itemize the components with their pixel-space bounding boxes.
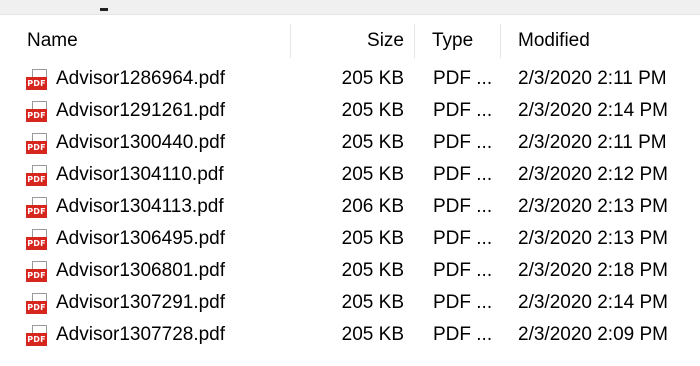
file-size: 205 KB: [341, 260, 404, 281]
file-type: PDF ...: [433, 324, 493, 345]
file-row[interactable]: PDF Advisor1306495.pdf 205 KB PDF ... 2/…: [0, 223, 700, 255]
file-modified: 2/3/2020 2:13 PM: [518, 196, 668, 217]
file-modified: 2/3/2020 2:11 PM: [518, 68, 667, 89]
file-modified: 2/3/2020 2:11 PM: [518, 132, 667, 153]
pdf-file-icon: PDF: [26, 197, 52, 219]
pdf-file-icon: PDF: [26, 325, 52, 347]
file-modified: 2/3/2020 2:18 PM: [518, 260, 668, 281]
file-row[interactable]: PDF Advisor1291261.pdf 205 KB PDF ... 2/…: [0, 95, 700, 127]
file-type: PDF ...: [433, 68, 493, 89]
file-type: PDF ...: [433, 292, 493, 313]
file-type: PDF ...: [433, 196, 493, 217]
column-divider[interactable]: [414, 24, 415, 58]
file-size: 205 KB: [341, 324, 404, 345]
column-header-row: Name Size Type Modified: [0, 24, 700, 58]
column-header-modified[interactable]: Modified: [518, 30, 590, 52]
file-size: 205 KB: [341, 100, 404, 121]
file-type: PDF ...: [433, 228, 493, 249]
file-type: PDF ...: [433, 100, 493, 121]
file-row[interactable]: PDF Advisor1300440.pdf 205 KB PDF ... 2/…: [0, 127, 700, 159]
file-size: 205 KB: [341, 228, 404, 249]
file-name: Advisor1300440.pdf: [56, 132, 226, 153]
file-name: Advisor1304113.pdf: [56, 196, 224, 217]
file-name: Advisor1286964.pdf: [56, 68, 226, 89]
file-row[interactable]: PDF Advisor1286964.pdf 205 KB PDF ... 2/…: [0, 63, 700, 95]
file-row[interactable]: PDF Advisor1307728.pdf 205 KB PDF ... 2/…: [0, 319, 700, 351]
column-header-type[interactable]: Type: [432, 30, 473, 52]
file-name: Advisor1306495.pdf: [56, 228, 226, 249]
file-modified: 2/3/2020 2:14 PM: [518, 100, 668, 121]
file-list: PDF Advisor1286964.pdf 205 KB PDF ... 2/…: [0, 63, 700, 351]
pdf-file-icon: PDF: [26, 261, 52, 283]
pdf-file-icon: PDF: [26, 101, 52, 123]
column-divider[interactable]: [290, 24, 291, 58]
file-type: PDF ...: [433, 164, 493, 185]
column-header-name[interactable]: Name: [27, 30, 78, 52]
file-size: 205 KB: [341, 132, 404, 153]
file-size: 205 KB: [341, 164, 404, 185]
file-modified: 2/3/2020 2:13 PM: [518, 228, 668, 249]
file-row[interactable]: PDF Advisor1307291.pdf 205 KB PDF ... 2/…: [0, 287, 700, 319]
file-row[interactable]: PDF Advisor1306801.pdf 205 KB PDF ... 2/…: [0, 255, 700, 287]
file-type: PDF ...: [433, 260, 493, 281]
file-size: 205 KB: [341, 68, 404, 89]
file-name: Advisor1304110.pdf: [56, 164, 224, 185]
file-name: Advisor1307728.pdf: [56, 324, 226, 345]
file-type: PDF ...: [433, 132, 493, 153]
pdf-file-icon: PDF: [26, 133, 52, 155]
file-modified: 2/3/2020 2:14 PM: [518, 292, 668, 313]
column-divider[interactable]: [500, 24, 501, 58]
file-name: Advisor1307291.pdf: [56, 292, 226, 313]
file-modified: 2/3/2020 2:12 PM: [518, 164, 668, 185]
pdf-file-icon: PDF: [26, 69, 52, 91]
file-row[interactable]: PDF Advisor1304113.pdf 206 KB PDF ... 2/…: [0, 191, 700, 223]
toolbar-strip: [0, 0, 700, 15]
pdf-file-icon: PDF: [26, 229, 52, 251]
file-name: Advisor1306801.pdf: [56, 260, 226, 281]
file-modified: 2/3/2020 2:09 PM: [518, 324, 668, 345]
file-size: 205 KB: [341, 292, 404, 313]
column-header-size[interactable]: Size: [300, 30, 404, 52]
pdf-file-icon: PDF: [26, 165, 52, 187]
file-name: Advisor1291261.pdf: [56, 100, 226, 121]
file-row[interactable]: PDF Advisor1304110.pdf 205 KB PDF ... 2/…: [0, 159, 700, 191]
toolbar-strip-mark: [100, 8, 108, 11]
file-size: 206 KB: [341, 196, 404, 217]
pdf-file-icon: PDF: [26, 293, 52, 315]
